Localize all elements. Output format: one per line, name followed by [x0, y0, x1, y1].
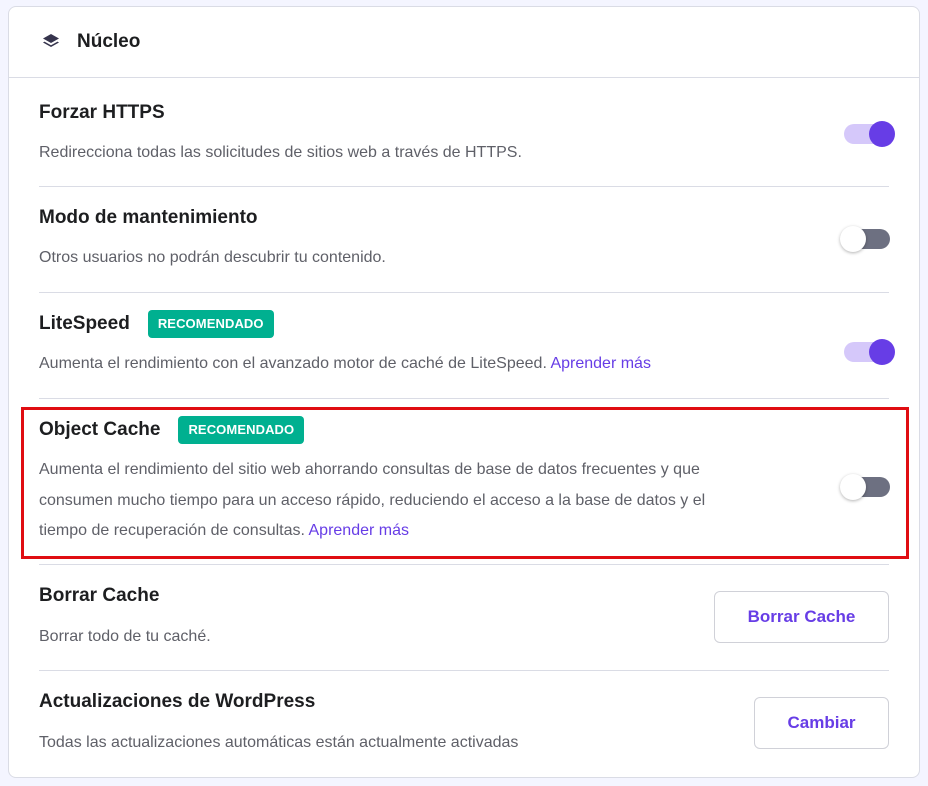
clear-cache-button[interactable]: Borrar Cache: [714, 591, 889, 643]
object-cache-highlight-box: [21, 407, 909, 559]
setting-title: LiteSpeed RECOMENDADO: [39, 310, 274, 338]
learn-more-link[interactable]: Aprender más: [550, 355, 651, 372]
setting-row-force-https: Forzar HTTPS Redirecciona todas las soli…: [39, 78, 895, 187]
setting-title-text: LiteSpeed: [39, 313, 130, 334]
description-text: Aumenta el rendimiento con el avanzado m…: [39, 355, 547, 372]
toggle-knob: [840, 226, 866, 252]
setting-row-wordpress-updates: Actualizaciones de WordPress Todas las a…: [39, 671, 889, 777]
setting-description: Otros usuarios no podrán descubrir tu co…: [39, 249, 386, 266]
setting-row-maintenance-mode: Modo de mantenimiento Otros usuarios no …: [39, 187, 890, 293]
recommended-badge: RECOMENDADO: [147, 310, 274, 338]
force-https-toggle[interactable]: [844, 119, 895, 149]
setting-description: Borrar todo de tu caché.: [39, 628, 211, 645]
setting-description: Todas las actualizaciones automáticas es…: [39, 734, 519, 751]
setting-row-clear-cache: Borrar Cache Borrar todo de tu caché. Bo…: [39, 565, 889, 671]
setting-row-litespeed: LiteSpeed RECOMENDADO Aumenta el rendimi…: [39, 293, 895, 399]
setting-title: Forzar HTTPS: [39, 102, 165, 123]
setting-title: Borrar Cache: [39, 585, 160, 606]
core-settings-card: Núcleo Forzar HTTPS Redirecciona todas l…: [8, 6, 920, 778]
card-title: Núcleo: [77, 31, 141, 52]
setting-title: Modo de mantenimiento: [39, 207, 258, 228]
change-updates-button[interactable]: Cambiar: [754, 697, 889, 749]
setting-description: Aumenta el rendimiento con el avanzado m…: [39, 349, 651, 380]
setting-description: Redirecciona todas las solicitudes de si…: [39, 144, 522, 161]
setting-title: Actualizaciones de WordPress: [39, 691, 316, 712]
maintenance-mode-toggle[interactable]: [840, 224, 890, 254]
toggle-knob: [869, 339, 895, 365]
litespeed-toggle[interactable]: [844, 337, 895, 367]
layers-icon: [40, 31, 62, 53]
toggle-knob: [869, 121, 895, 147]
card-header: Núcleo: [9, 7, 919, 78]
